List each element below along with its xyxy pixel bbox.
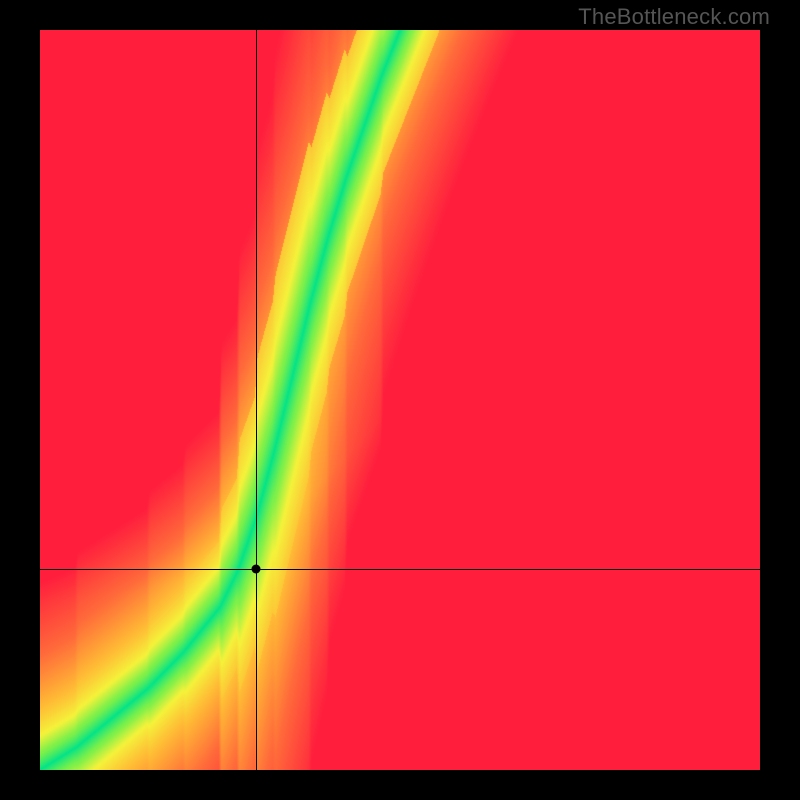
crosshair-horizontal [40,569,760,570]
heatmap-canvas [40,30,760,770]
plot-area [40,30,760,770]
watermark-text: TheBottleneck.com [578,4,770,30]
data-marker [251,565,260,574]
chart-frame: TheBottleneck.com [0,0,800,800]
crosshair-vertical [256,30,257,770]
